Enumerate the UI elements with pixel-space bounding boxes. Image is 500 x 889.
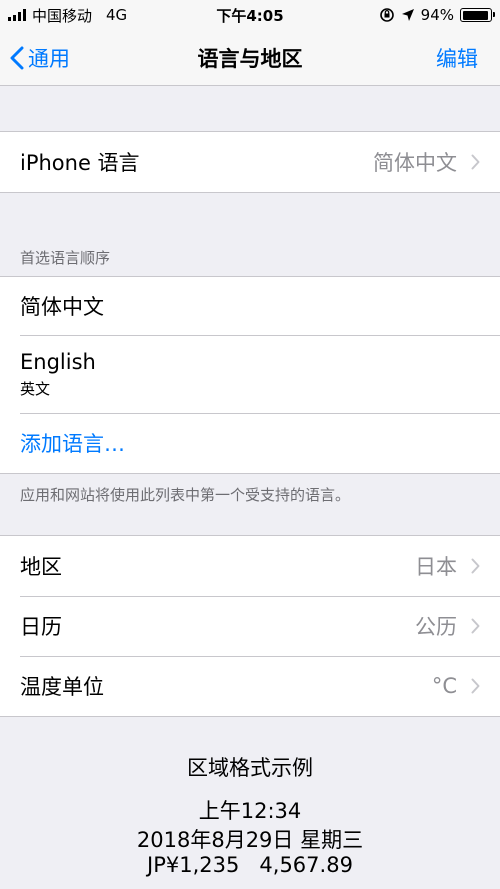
region-value: 日本: [415, 555, 457, 579]
chevron-right-icon: [471, 678, 480, 694]
language-name: 简体中文: [20, 295, 104, 319]
preferred-languages-group: 简体中文 English 英文 添加语言…: [0, 276, 500, 474]
temperature-unit-label: 温度单位: [20, 675, 104, 699]
back-button-label: 通用: [28, 46, 70, 71]
region-label: 地区: [20, 555, 62, 579]
signal-strength-icon: [8, 9, 26, 21]
calendar-row[interactable]: 日历 公历: [0, 596, 500, 656]
chevron-right-icon: [471, 154, 480, 170]
status-bar-right: 94%: [379, 6, 495, 24]
page-title: 语言与地区: [197, 46, 303, 71]
location-arrow-icon: [401, 9, 414, 21]
language-native-name: 英文: [20, 379, 51, 398]
temperature-unit-value: °C: [431, 674, 457, 698]
iphone-language-value: 简体中文: [373, 151, 457, 175]
language-item-simplified-chinese[interactable]: 简体中文: [0, 277, 500, 335]
edit-button[interactable]: 编辑: [436, 43, 478, 73]
navigation-bar: 通用 语言与地区 编辑: [0, 30, 500, 86]
back-button[interactable]: 通用: [10, 43, 70, 73]
region-row[interactable]: 地区 日本: [0, 536, 500, 596]
carrier-name: 中国移动: [32, 6, 93, 25]
language-name: English: [20, 349, 96, 374]
add-language-label: 添加语言…: [20, 432, 125, 456]
battery-icon: [460, 8, 495, 22]
calendar-label: 日历: [20, 615, 62, 639]
format-example-numbers: JP¥1,235 4,567.89: [147, 853, 353, 877]
chevron-left-icon: [10, 46, 24, 69]
iphone-language-row[interactable]: iPhone 语言 简体中文: [0, 132, 500, 192]
orientation-lock-icon: [379, 8, 394, 22]
temperature-unit-row[interactable]: 温度单位 °C: [0, 656, 500, 716]
format-example-time: 上午12:34: [198, 799, 302, 823]
add-language-button[interactable]: 添加语言…: [0, 413, 500, 473]
chevron-right-icon: [471, 558, 480, 574]
calendar-value: 公历: [415, 615, 457, 639]
battery-percent: 94%: [420, 6, 454, 24]
region-settings-group: 地区 日本 日历 公历 温度单位 °C: [0, 535, 500, 717]
iphone-language-group: iPhone 语言 简体中文: [0, 131, 500, 193]
status-bar: 中国移动 4G 下午4:05 94%: [0, 0, 500, 30]
network-type: 4G: [106, 6, 128, 24]
status-bar-left: 中国移动 4G: [8, 5, 127, 26]
preferred-order-header: 首选语言顺序: [20, 249, 111, 267]
iphone-language-label: iPhone 语言: [20, 151, 140, 175]
format-example-date: 2018年8月29日 星期三: [136, 828, 364, 852]
preferred-order-footer: 应用和网站将使用此列表中第一个受支持的语言。: [20, 486, 351, 504]
chevron-right-icon: [471, 618, 480, 634]
format-example-title: 区域格式示例: [187, 756, 313, 780]
battery-fill: [462, 10, 488, 20]
language-item-english[interactable]: English 英文: [0, 335, 500, 413]
